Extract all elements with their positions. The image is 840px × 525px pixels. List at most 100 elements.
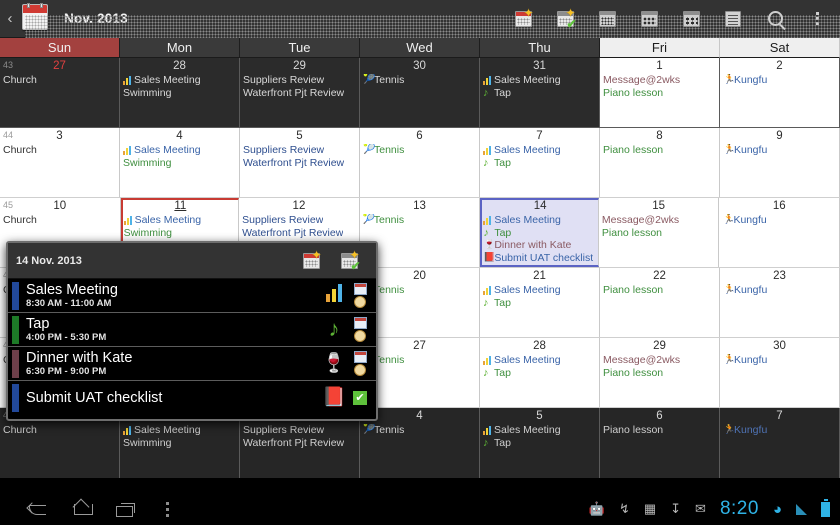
popup-event-time: 8:30 AM - 11:00 AM — [26, 298, 112, 309]
day-cell-29[interactable]: 29 Suppliers Review Waterfront Pjt Review — [240, 58, 360, 127]
popup-new-event-icon[interactable]: ✦ — [292, 249, 330, 269]
day-event[interactable]: Suppliers Review — [243, 424, 356, 437]
day-event[interactable]: Waterfront Pjt Review — [243, 87, 356, 100]
day-cell-8[interactable]: 8 Piano lesson — [600, 128, 720, 197]
day-cell-7[interactable]: 7 Sales Meeting ♪ Tap — [480, 128, 600, 197]
day-event[interactable]: ♪ Tap — [483, 297, 596, 310]
day-event[interactable]: Sales Meeting — [483, 284, 596, 297]
day-event[interactable]: Waterfront Pjt Review — [243, 437, 356, 450]
day-cell-3[interactable]: 44 3 Church — [0, 128, 120, 197]
day-cell-4[interactable]: 4 🎾 Tennis — [360, 408, 480, 478]
popup-event-item[interactable]: Tap 4:00 PM - 5:30 PM ♪ — [8, 313, 376, 347]
popup-event-item[interactable]: Sales Meeting 8:30 AM - 11:00 AM — [8, 279, 376, 313]
day-cell-30[interactable]: 30 🏃 Kungfu — [720, 338, 840, 407]
day-event[interactable]: 📕 Submit UAT checklist — [483, 252, 597, 265]
day-event[interactable]: Sales Meeting — [483, 144, 596, 157]
day-cell-31[interactable]: 31 Sales Meeting ♪ Tap — [480, 58, 600, 127]
day-cell-14[interactable]: 14 Sales Meeting ♪ Tap 🍷 Dinner with Kate 📕 Sub… — [480, 198, 599, 267]
day-cell-1[interactable]: 1 Message@2wks Piano lesson — [600, 58, 720, 127]
day-event[interactable]: Sales Meeting — [483, 424, 596, 437]
day-cell-29[interactable]: 29 Message@2wks Piano lesson — [600, 338, 720, 407]
day-cell-22[interactable]: 22 Piano lesson — [600, 268, 720, 337]
day-event[interactable]: ♪ Tap — [483, 87, 596, 100]
popup-event-item[interactable]: Submit UAT checklist 📕 ✔ — [8, 381, 376, 415]
day-event[interactable]: 🍷 Dinner with Kate — [483, 239, 597, 252]
day-event[interactable]: ♪ Tap — [483, 227, 597, 240]
day-cell-9[interactable]: 9 🏃 Kungfu — [720, 128, 840, 197]
day-cell-16[interactable]: 16 🏃 Kungfu — [719, 198, 840, 267]
day-event[interactable]: ♪ Tap — [483, 437, 596, 450]
event-color-bar — [12, 315, 19, 344]
day-cell-28[interactable]: 28 Sales Meeting ♪ Tap — [480, 338, 600, 407]
day-event[interactable]: 🎾Tennis — [363, 284, 476, 297]
day-event[interactable]: Swimming — [123, 157, 236, 170]
day-event[interactable]: 🎾Tennis — [363, 354, 476, 367]
day-event[interactable]: Suppliers Review — [243, 74, 356, 87]
nav-home-button[interactable] — [72, 500, 94, 518]
day-event[interactable]: Piano lesson — [602, 227, 716, 240]
day-event[interactable]: Sales Meeting — [123, 144, 236, 157]
day-event[interactable]: Swimming — [124, 227, 238, 240]
tennis-racket-icon: 🎾 — [362, 214, 376, 226]
day-event[interactable]: Piano lesson — [603, 367, 716, 380]
day-event[interactable]: Piano lesson — [603, 424, 716, 437]
day-event[interactable]: Church — [3, 144, 116, 157]
day-event[interactable]: Suppliers Review — [243, 144, 356, 157]
day-cell-6[interactable]: 6 Piano lesson — [600, 408, 720, 478]
day-cell-2[interactable]: 2 🏃 Kungfu — [720, 58, 840, 127]
day-cell-28[interactable]: 28 Sales Meeting Swimming — [120, 58, 240, 127]
day-event[interactable]: 🎾Tennis — [363, 144, 476, 157]
nav-menu-button[interactable] — [166, 501, 169, 517]
day-event[interactable]: Waterfront Pjt Review — [242, 227, 356, 240]
day-cell-4[interactable]: 4 Sales Meeting Swimming — [120, 128, 240, 197]
day-event[interactable]: Church — [3, 74, 116, 87]
day-event-list: Message@2wks Piano lesson — [603, 74, 716, 99]
day-event[interactable]: Sales Meeting — [123, 214, 238, 227]
day-event[interactable]: 🏃 Kungfu — [722, 214, 836, 227]
day-event[interactable]: 🏃 Kungfu — [723, 424, 836, 437]
day-event[interactable]: Piano lesson — [603, 284, 716, 297]
day-event[interactable]: 🏃 Kungfu — [723, 144, 836, 157]
day-event-list: 🎾Tennis — [363, 354, 476, 367]
nav-recents-button[interactable] — [116, 500, 138, 518]
day-event[interactable]: Sales Meeting — [123, 74, 236, 87]
day-event[interactable]: Swimming — [123, 437, 236, 450]
day-event[interactable]: 🎾Tennis — [363, 424, 476, 437]
day-cell-27[interactable]: 27 🎾Tennis — [360, 338, 480, 407]
day-event[interactable]: Sales Meeting — [483, 354, 596, 367]
day-event[interactable]: Sales Meeting — [483, 74, 596, 87]
back-chevron-icon[interactable]: ‹ — [0, 0, 20, 38]
popup-event-item[interactable]: Dinner with Kate 6:30 PM - 9:00 PM 🍷 — [8, 347, 376, 381]
day-event[interactable]: 🎾Tennis — [363, 74, 476, 87]
popup-new-task-icon[interactable]: ✦ ✔ — [330, 249, 368, 272]
day-event[interactable]: 🏃 Kungfu — [723, 284, 836, 297]
day-cell-7[interactable]: 7 🏃 Kungfu — [720, 408, 840, 478]
day-event[interactable]: ♪ Tap — [483, 157, 596, 170]
day-event[interactable]: Suppliers Review — [242, 214, 356, 227]
day-event[interactable]: Church — [3, 214, 117, 227]
day-event[interactable]: Message@2wks — [603, 354, 716, 367]
nav-back-button[interactable] — [28, 500, 50, 518]
day-cell-20[interactable]: 20 🎾Tennis — [360, 268, 480, 337]
day-cell-30[interactable]: 30 🎾 Tennis — [360, 58, 480, 127]
day-event[interactable]: Message@2wks — [603, 74, 716, 87]
day-event[interactable]: Sales Meeting — [483, 214, 597, 227]
day-cell-23[interactable]: 23 🏃 Kungfu — [720, 268, 840, 337]
day-event[interactable]: Swimming — [123, 87, 236, 100]
day-event[interactable]: Sales Meeting — [123, 424, 236, 437]
day-cell-27[interactable]: 43 27 Church — [0, 58, 120, 127]
day-event[interactable]: Church — [3, 424, 116, 437]
day-cell-21[interactable]: 21 Sales Meeting ♪ Tap — [480, 268, 600, 337]
day-event[interactable]: Piano lesson — [603, 144, 716, 157]
day-event[interactable]: 🎾Tennis — [363, 214, 477, 227]
day-cell-6[interactable]: 6 🎾 Tennis — [360, 128, 480, 197]
day-event[interactable]: 🏃 Kungfu — [723, 354, 836, 367]
day-cell-15[interactable]: 15 Message@2wks Piano lesson — [598, 198, 720, 267]
day-cell-5[interactable]: 5 Sales Meeting ♪ Tap — [480, 408, 600, 478]
day-event[interactable]: 🏃 Kungfu — [723, 74, 836, 87]
day-event[interactable]: Piano lesson — [603, 87, 716, 100]
day-event[interactable]: ♪ Tap — [483, 367, 596, 380]
day-cell-5[interactable]: 5 Suppliers Review Waterfront Pjt Review — [240, 128, 360, 197]
day-event[interactable]: Message@2wks — [602, 214, 716, 227]
day-event[interactable]: Waterfront Pjt Review — [243, 157, 356, 170]
